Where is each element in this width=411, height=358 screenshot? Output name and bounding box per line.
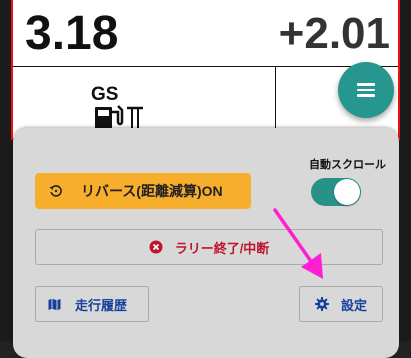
history-reverse-icon [49,184,63,198]
settings-label: 設定 [340,297,367,313]
history-button[interactable]: 走行履歴 [35,286,149,322]
annotation-arrow-icon [273,208,323,279]
hamburger-menu-icon [357,83,375,97]
divider [13,66,398,67]
odometer-panel: 3.18 +2.01 GS [11,0,400,140]
map-icon [48,298,61,311]
app-screen: 3.18 +2.01 GS 自動スクロール リバース(距離減算)ON ラリー終了… [0,0,411,358]
gear-icon [314,297,329,311]
reverse-label: リバース(距離減算)ON [81,183,223,199]
distance-delta: +2.01 [278,9,390,58]
distance-value: 3.18 [25,7,119,60]
auto-scroll-toggle[interactable] [311,178,361,206]
settings-button[interactable]: 設定 [299,286,383,322]
reverse-button[interactable]: リバース(距離減算)ON [35,173,251,209]
cancel-circle-icon [149,240,163,254]
bottom-sheet: 自動スクロール リバース(距離減算)ON ラリー終了/中断 走行履歴 設定 [13,128,399,358]
gas-station-icon [95,105,143,129]
history-label: 走行履歴 [75,297,128,313]
toggle-knob [334,179,360,205]
gas-station-marker: GS [91,84,171,134]
end-rally-label: ラリー終了/中断 [174,240,270,256]
auto-scroll-label: 自動スクロール [309,159,386,171]
menu-button[interactable] [338,62,394,118]
